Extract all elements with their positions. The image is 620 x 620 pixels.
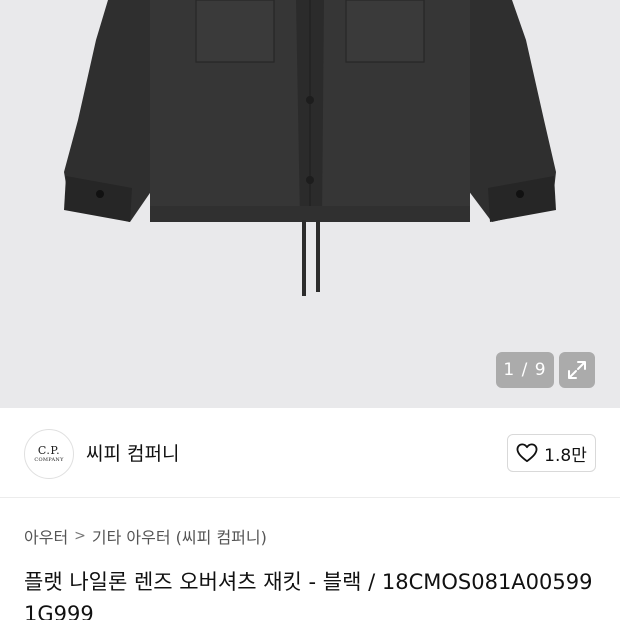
product-image-gallery[interactable]: 1 / 9 bbox=[0, 0, 620, 408]
expand-icon bbox=[568, 361, 586, 379]
expand-button[interactable] bbox=[559, 352, 595, 388]
product-image bbox=[64, 0, 556, 296]
brand-logo-subtext: COMPANY bbox=[34, 456, 64, 463]
like-button[interactable]: 1.8만 bbox=[507, 434, 596, 472]
breadcrumb: 아우터 > 기타 아우터 (씨피 컴퍼니) bbox=[24, 524, 267, 548]
breadcrumb-item-other-outer[interactable]: 기타 아우터 (씨피 컴퍼니) bbox=[92, 524, 267, 548]
brand-logo-text: C.P. bbox=[37, 443, 61, 457]
heart-outline-icon bbox=[516, 443, 538, 463]
brand-row: C.P. COMPANY 씨피 컴퍼니 1.8만 bbox=[0, 408, 620, 498]
brand-logo[interactable]: C.P. COMPANY bbox=[24, 429, 74, 479]
breadcrumb-item-outer[interactable]: 아우터 bbox=[24, 524, 68, 548]
brand-name[interactable]: 씨피 컴퍼니 bbox=[86, 439, 179, 466]
product-title: 플랫 나일론 렌즈 오버셔츠 재킷 - 블랙 / 18CMOS081A00599… bbox=[24, 570, 593, 620]
chevron-right-icon: > bbox=[74, 528, 86, 544]
image-counter: 1 / 9 bbox=[496, 352, 554, 388]
like-count: 1.8만 bbox=[544, 445, 587, 466]
